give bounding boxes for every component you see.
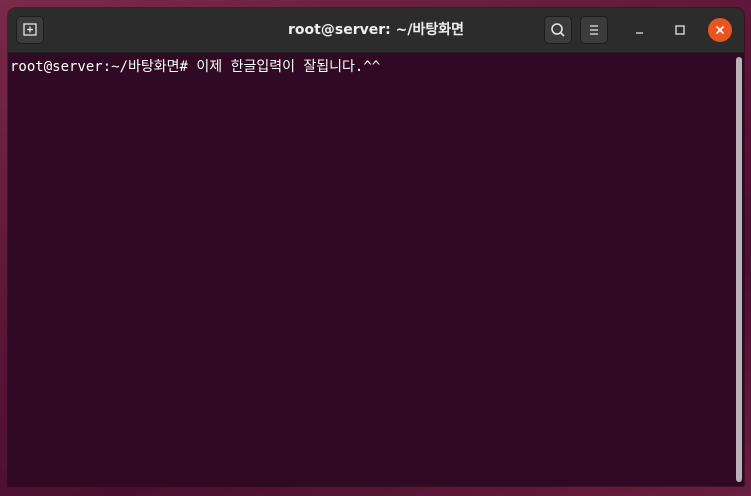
titlebar[interactable]: root@server: ~/바탕화면 — [8, 8, 744, 53]
close-icon — [715, 25, 725, 35]
scrollbar-thumb[interactable] — [736, 57, 742, 482]
minimize-icon — [636, 32, 643, 34]
close-button[interactable] — [708, 18, 732, 42]
terminal-line: root@server:~/바탕화면# 이제 한글입력이 잘됩니다.^^ — [10, 59, 380, 75]
maximize-button[interactable] — [668, 18, 692, 42]
hamburger-menu-icon — [590, 25, 598, 35]
menu-button[interactable] — [580, 16, 608, 44]
vertical-scrollbar[interactable] — [734, 53, 744, 486]
search-icon — [551, 23, 565, 37]
maximize-icon — [675, 25, 685, 35]
terminal-area[interactable]: root@server:~/바탕화면# 이제 한글입력이 잘됩니다.^^ — [8, 53, 734, 486]
terminal-window: root@server: ~/바탕화면 root@server:~/바탕화면# … — [8, 8, 744, 486]
terminal-command-text: 이제 한글입력이 잘됩니다.^^ — [196, 59, 381, 75]
terminal-prompt: root@server:~/바탕화면# — [10, 59, 188, 75]
minimize-button[interactable] — [628, 18, 652, 42]
window-title: root@server: ~/바탕화면 — [288, 22, 464, 38]
new-tab-button[interactable] — [16, 16, 44, 44]
search-button[interactable] — [544, 16, 572, 44]
new-tab-icon — [23, 23, 37, 36]
